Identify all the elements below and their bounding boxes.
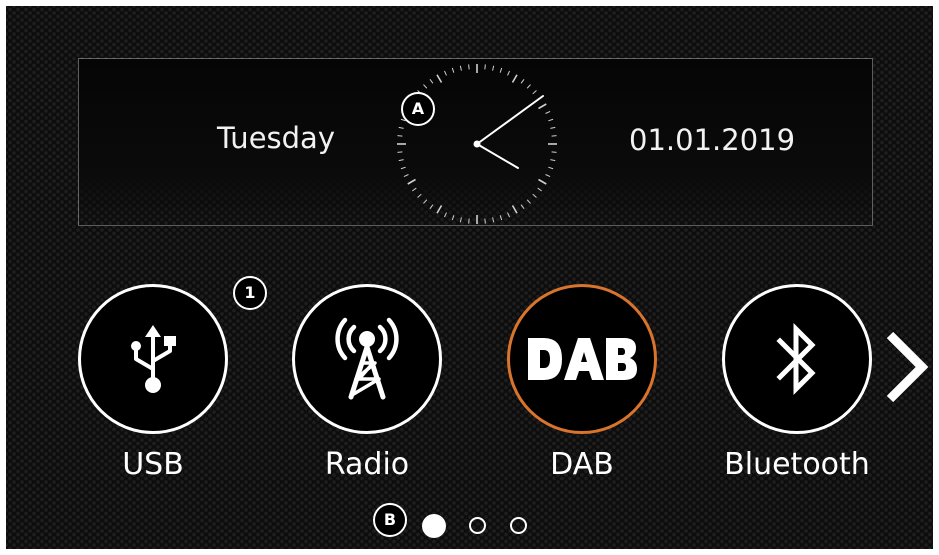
clock-tick: [545, 111, 551, 114]
clock-tick: [451, 215, 455, 221]
clock-tick: [520, 78, 525, 84]
clock-tick: [532, 193, 537, 198]
callout-marker-1: 1: [233, 276, 267, 310]
clock-tick: [400, 166, 406, 170]
clock-center-dot: [473, 140, 481, 148]
clock-tick: [520, 204, 525, 210]
clock-tick: [538, 178, 547, 185]
clock-tick: [397, 135, 403, 137]
clock-panel: Tuesday 01.01.2019: [78, 58, 873, 226]
date-label: 01.01.2019: [629, 123, 796, 157]
clock-tick: [423, 84, 428, 89]
app-usb[interactable]: USB: [78, 284, 228, 484]
clock-hour-hand: [476, 143, 519, 169]
callout-marker-a: A: [401, 92, 435, 126]
clock-tick: [459, 217, 462, 223]
clock-tick: [468, 64, 470, 70]
dab-logo-icon: [528, 338, 637, 380]
clock-tick: [511, 205, 518, 214]
clock-tick: [526, 199, 531, 204]
clock-tick: [459, 65, 462, 71]
radio-button[interactable]: [292, 284, 442, 434]
clock-tick: [468, 218, 470, 224]
clock-tick: [537, 187, 543, 192]
clock-tick: [550, 126, 556, 129]
clock-tick: [429, 204, 434, 210]
chevron-right-icon[interactable]: [884, 331, 928, 403]
clock-tick: [417, 193, 422, 198]
clock-tick: [507, 70, 510, 76]
clock-tick: [551, 135, 557, 137]
app-radio[interactable]: Radio: [292, 284, 442, 484]
clock-tick: [548, 166, 554, 170]
clock-tick: [436, 205, 443, 214]
clock-tick: [403, 174, 409, 177]
usb-label: USB: [122, 447, 184, 482]
clock-tick: [550, 159, 556, 162]
clock-tick: [532, 90, 537, 95]
clock-tick: [398, 126, 404, 129]
analog-clock: [397, 64, 557, 224]
clock-tick: [499, 215, 503, 221]
bluetooth-icon: [776, 322, 816, 396]
clock-tick: [492, 65, 495, 71]
usb-icon: [131, 325, 176, 393]
bluetooth-label: Bluetooth: [724, 447, 870, 482]
clock-tick: [484, 64, 486, 70]
clock-tick: [538, 103, 547, 110]
bluetooth-button[interactable]: [722, 284, 872, 434]
dab-button[interactable]: [507, 284, 657, 434]
clock-tick: [407, 178, 416, 185]
clock-tick: [397, 151, 403, 153]
page-indicator-2[interactable]: [469, 517, 486, 534]
app-bluetooth[interactable]: Bluetooth: [722, 284, 872, 484]
clock-minute-hand: [476, 95, 544, 145]
clock-tick: [423, 199, 428, 204]
clock-tick: [548, 118, 554, 122]
clock-tick: [484, 218, 486, 224]
clock-tick: [551, 151, 557, 153]
clock-tick: [444, 212, 447, 218]
dab-label: DAB: [550, 447, 614, 482]
clock-tick: [398, 159, 404, 162]
page-indicator-1[interactable]: [422, 514, 446, 538]
clock-tick: [492, 217, 495, 223]
clock-tick: [545, 174, 551, 177]
clock-tick: [526, 84, 531, 89]
radio-label: Radio: [324, 447, 410, 482]
radio-tower-icon: [335, 317, 399, 400]
clock-tick: [451, 67, 455, 73]
clock-tick: [436, 74, 443, 83]
app-dab[interactable]: DAB: [507, 284, 657, 484]
day-label: Tuesday: [217, 121, 335, 155]
clock-tick: [507, 212, 510, 218]
page-indicator-3[interactable]: [510, 517, 527, 534]
clock-tick: [411, 187, 417, 192]
callout-marker-b: B: [373, 503, 407, 537]
clock-tick: [499, 67, 503, 73]
clock-tick: [429, 78, 434, 84]
home-screen: Tuesday 01.01.2019 A 1 B USB Radio DAB B…: [6, 6, 933, 549]
clock-tick: [511, 74, 518, 83]
clock-tick: [444, 70, 447, 76]
usb-button[interactable]: [78, 284, 228, 434]
